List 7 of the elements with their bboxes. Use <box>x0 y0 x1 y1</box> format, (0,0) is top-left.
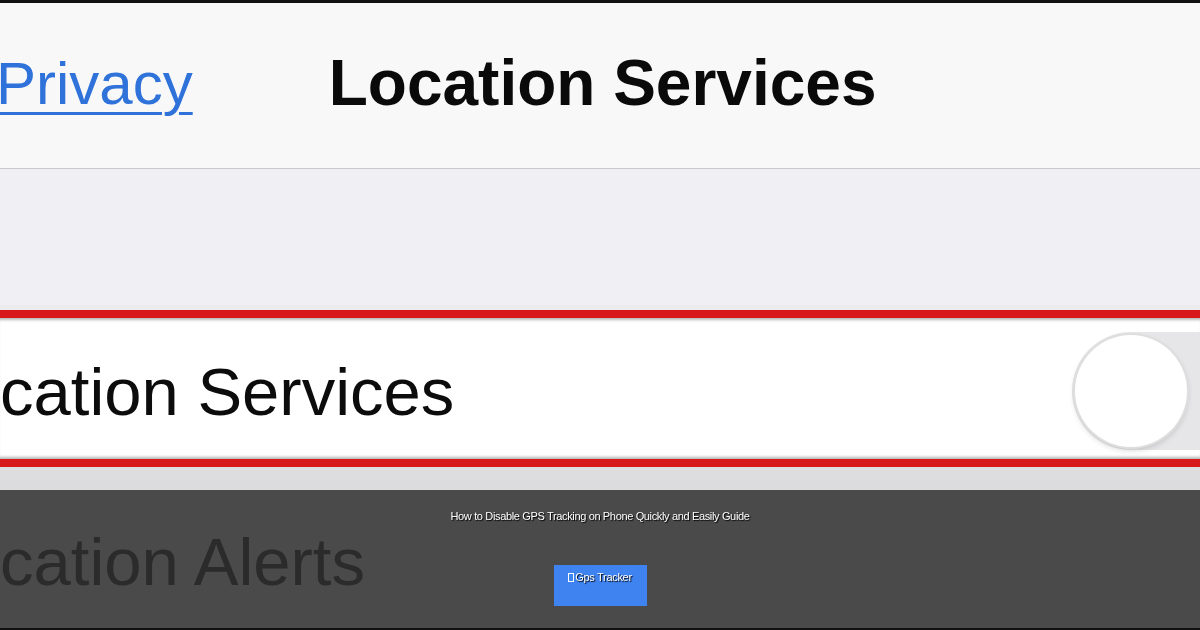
glyph-box-icon <box>568 573 575 582</box>
back-link[interactable]: Privacy <box>0 49 193 118</box>
setting-label: cation Services <box>0 354 455 429</box>
gps-tracker-button[interactable]: Gps Tracker <box>553 565 647 606</box>
page-title: Location Services <box>328 46 877 121</box>
overlay-caption: How to Disable GPS Tracking on Phone Quickly and Easily Guide <box>450 510 750 522</box>
toggle-switch[interactable] <box>1072 331 1200 450</box>
